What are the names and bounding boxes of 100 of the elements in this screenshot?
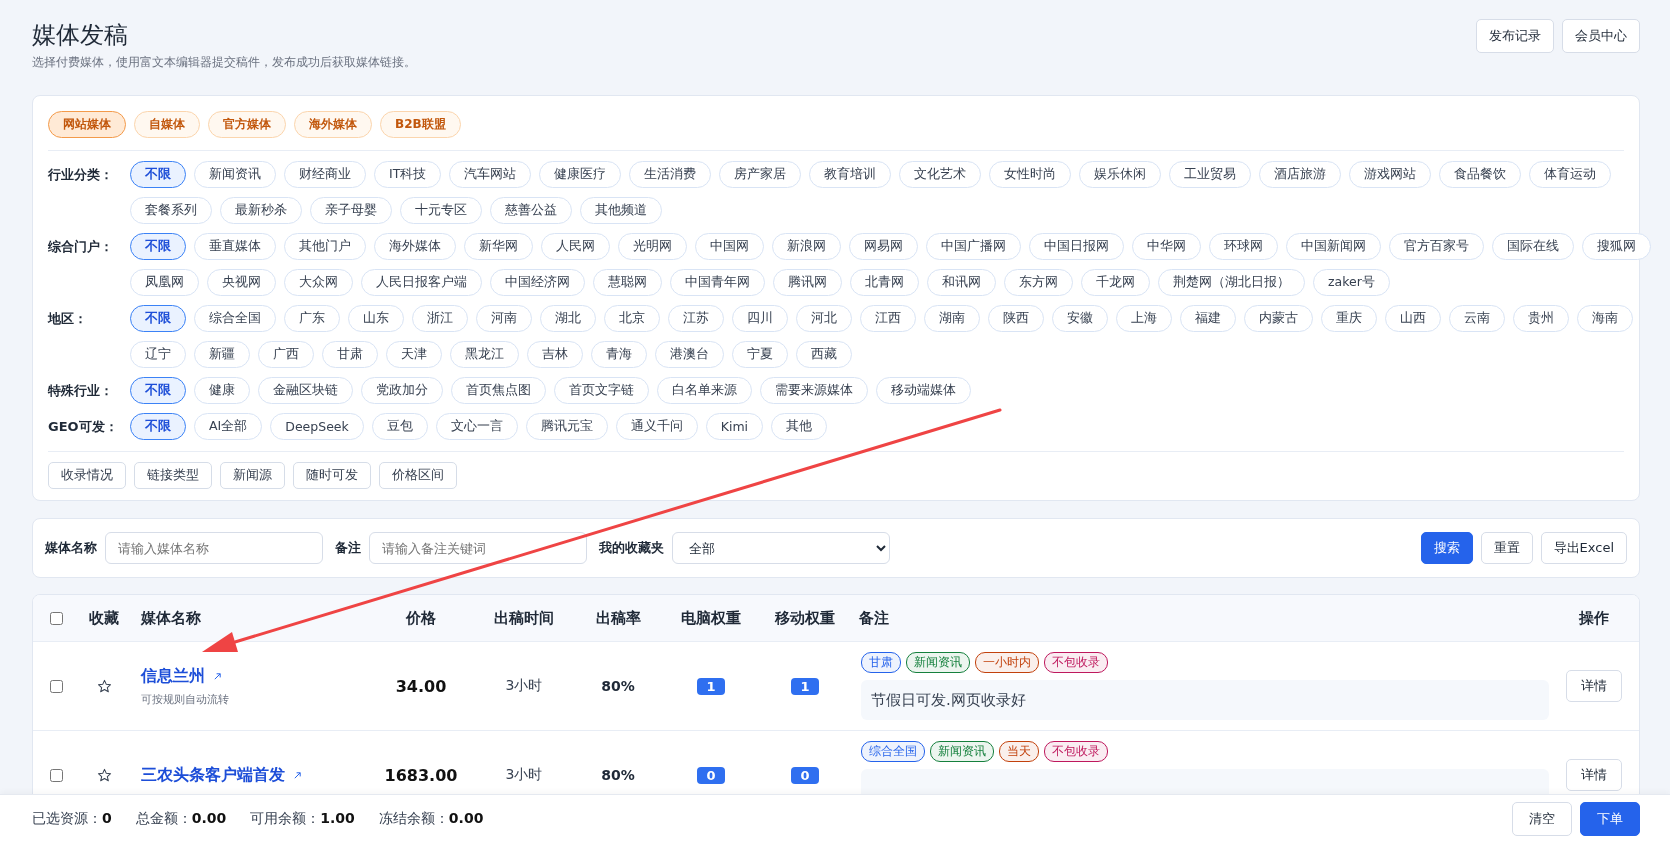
filter-chip[interactable]: Kimi <box>705 413 764 440</box>
media-type-tab[interactable]: 官方媒体 <box>208 111 286 138</box>
filter-chip[interactable]: 荆楚网（湖北日报） <box>1158 269 1305 296</box>
filter-chip[interactable]: 综合全国 <box>194 305 276 332</box>
dropdown-field[interactable]: 全部 <box>672 532 890 564</box>
filter-chip[interactable]: 新浪网 <box>772 233 841 260</box>
filter-chip[interactable]: 重庆 <box>1321 305 1377 332</box>
filter-chip[interactable]: 天津 <box>386 341 442 368</box>
filter-chip[interactable]: 其他 <box>771 413 828 440</box>
filter-dropdown[interactable]: 收录情况 <box>48 462 126 489</box>
search-button[interactable]: 搜索 <box>1420 532 1473 564</box>
filter-chip[interactable]: 慧聪网 <box>593 269 662 296</box>
details-button[interactable]: 详情 <box>1566 759 1622 791</box>
filter-chip[interactable]: 新华网 <box>464 233 533 260</box>
media-name-link[interactable]: 三农头条客户端首发 <box>141 764 285 786</box>
media-type-tab[interactable]: 网站媒体 <box>48 111 126 138</box>
filter-chip[interactable]: 中国广播网 <box>926 233 1021 260</box>
filter-chip[interactable]: 党政加分 <box>361 377 443 404</box>
filter-chip[interactable]: IT科技 <box>374 161 442 188</box>
action-button[interactable]: 重置 <box>1480 532 1533 564</box>
filter-chip[interactable]: 福建 <box>1180 305 1236 332</box>
star-icon[interactable] <box>96 767 112 783</box>
filter-chip[interactable]: 浙江 <box>412 305 468 332</box>
filter-chip[interactable]: 中华网 <box>1132 233 1201 260</box>
filter-chip[interactable]: 女性时尚 <box>989 161 1072 188</box>
filter-chip[interactable]: 港澳台 <box>655 341 724 368</box>
clear-button[interactable]: 清空 <box>1512 801 1572 836</box>
filter-chip[interactable]: 江西 <box>860 305 916 332</box>
filter-chip[interactable]: 教育培训 <box>809 161 892 188</box>
filter-chip[interactable]: 黑龙江 <box>450 341 519 368</box>
filter-chip[interactable]: 网易网 <box>849 233 918 260</box>
filter-chip[interactable]: 中国新闻网 <box>1286 233 1381 260</box>
filter-chip[interactable]: 甘肃 <box>322 341 378 368</box>
filter-chip[interactable]: 十元专区 <box>400 197 482 224</box>
filter-chip[interactable]: 凤凰网 <box>130 269 199 296</box>
filter-chip[interactable]: 河南 <box>476 305 532 332</box>
filter-chip[interactable]: 大众网 <box>284 269 353 296</box>
filter-chip[interactable]: 四川 <box>732 305 788 332</box>
media-type-tab[interactable]: 自媒体 <box>134 111 200 138</box>
filter-chip[interactable]: 首页文字链 <box>554 377 649 404</box>
external-link-icon[interactable] <box>293 770 302 780</box>
filter-chip[interactable]: 其他门户 <box>284 233 366 260</box>
filter-chip[interactable]: 千龙网 <box>1081 269 1150 296</box>
filter-chip[interactable]: 国际在线 <box>1492 233 1574 260</box>
filter-chip[interactable]: 垂直媒体 <box>194 233 276 260</box>
filter-chip[interactable]: 不限 <box>130 305 186 332</box>
filter-chip[interactable]: 东方网 <box>1004 269 1073 296</box>
filter-chip[interactable]: 吉林 <box>527 341 583 368</box>
filter-chip[interactable]: 亲子母婴 <box>310 197 392 224</box>
filter-chip[interactable]: 移动端媒体 <box>876 377 971 404</box>
filter-chip[interactable]: 广西 <box>258 341 314 368</box>
input-field[interactable]: 请输入媒体名称 <box>105 532 323 564</box>
order-button[interactable]: 下单 <box>1580 801 1640 836</box>
filter-chip[interactable]: 套餐系列 <box>130 197 212 224</box>
filter-chip[interactable]: 腾讯元宝 <box>525 413 608 440</box>
filter-chip[interactable]: 贵州 <box>1513 305 1569 332</box>
filter-chip[interactable]: 首页焦点图 <box>451 377 546 404</box>
filter-chip[interactable]: 山东 <box>348 305 404 332</box>
filter-chip[interactable]: 工业贸易 <box>1169 161 1252 188</box>
action-button[interactable]: 导出Excel <box>1540 532 1627 564</box>
filter-chip[interactable]: 白名单来源 <box>657 377 752 404</box>
filter-chip[interactable]: 广东 <box>284 305 340 332</box>
filter-chip[interactable]: 人民日报客户端 <box>361 269 482 296</box>
filter-chip[interactable]: DeepSeek <box>270 413 364 440</box>
filter-dropdown[interactable]: 链接类型 <box>134 462 212 489</box>
filter-chip[interactable]: 央视网 <box>207 269 276 296</box>
filter-chip[interactable]: 陕西 <box>988 305 1044 332</box>
filter-chip[interactable]: 最新秒杀 <box>220 197 302 224</box>
external-link-icon[interactable] <box>213 671 222 681</box>
header-button[interactable]: 发布记录 <box>1476 19 1554 53</box>
filter-chip[interactable]: 不限 <box>130 377 186 404</box>
filter-chip[interactable]: 湖南 <box>924 305 980 332</box>
select-all-checkbox[interactable] <box>49 611 63 625</box>
filter-chip[interactable]: 文心一言 <box>435 413 518 440</box>
filter-chip[interactable]: 上海 <box>1116 305 1172 332</box>
filter-chip[interactable]: 安徽 <box>1052 305 1108 332</box>
filter-chip[interactable]: 豆包 <box>371 413 428 440</box>
filter-dropdown[interactable]: 价格区间 <box>379 462 457 489</box>
filter-chip[interactable]: 中国网 <box>695 233 764 260</box>
filter-chip[interactable]: 汽车网站 <box>449 161 532 188</box>
media-type-tab[interactable]: 海外媒体 <box>294 111 372 138</box>
filter-chip[interactable]: 海南 <box>1577 305 1633 332</box>
filter-chip[interactable]: 房产家居 <box>719 161 802 188</box>
header-button[interactable]: 会员中心 <box>1562 19 1640 53</box>
media-type-tab[interactable]: B2B联盟 <box>380 111 461 138</box>
filter-chip[interactable]: 新闻资讯 <box>194 161 276 188</box>
filter-chip[interactable]: 生活消费 <box>629 161 712 188</box>
filter-chip[interactable]: 江苏 <box>668 305 724 332</box>
filter-chip[interactable]: 中国经济网 <box>490 269 585 296</box>
filter-chip[interactable]: 不限 <box>130 233 186 260</box>
details-button[interactable]: 详情 <box>1566 670 1622 702</box>
filter-chip[interactable]: 湖北 <box>540 305 596 332</box>
filter-chip[interactable]: 酒店旅游 <box>1259 161 1342 188</box>
filter-chip[interactable]: 文化艺术 <box>899 161 982 188</box>
filter-chip[interactable]: 光明网 <box>618 233 687 260</box>
filter-chip[interactable]: 内蒙古 <box>1244 305 1313 332</box>
filter-chip[interactable]: AI全部 <box>194 413 263 440</box>
filter-dropdown[interactable]: 随时可发 <box>293 462 371 489</box>
filter-chip[interactable]: 健康医疗 <box>539 161 622 188</box>
filter-chip[interactable]: 不限 <box>130 161 186 188</box>
